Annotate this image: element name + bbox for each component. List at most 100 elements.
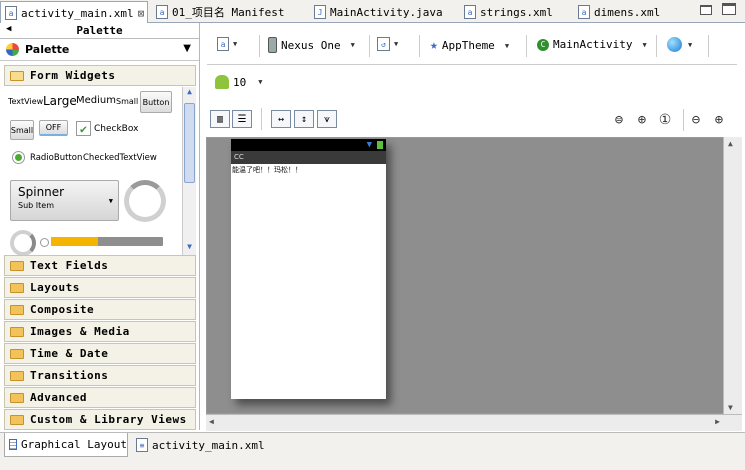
widget-textview[interactable]: TextView bbox=[8, 97, 43, 106]
tab-label: dimens.xml bbox=[594, 5, 661, 19]
folder-icon bbox=[10, 304, 24, 315]
scroll-right-icon[interactable]: ▶ bbox=[715, 417, 720, 426]
category-label: Text Fields bbox=[30, 259, 109, 272]
device-preview[interactable]: ▼ CC 能温了吧！！玛松！！ bbox=[231, 139, 386, 399]
tab-label: 01_项目名 Manifest bbox=[172, 6, 285, 19]
collapse-arrow-icon[interactable]: ◀ bbox=[6, 24, 11, 34]
toolbar-separator bbox=[259, 35, 260, 57]
phone-icon bbox=[268, 37, 277, 53]
layout-horizontal-icon[interactable]: ▥ bbox=[210, 110, 230, 128]
category-layouts[interactable]: Layouts bbox=[4, 277, 196, 298]
widget-toggle-button[interactable]: OFF bbox=[39, 120, 68, 136]
star-icon: ★ bbox=[430, 38, 438, 53]
palette-scrollbar[interactable]: ▲ ▼ bbox=[182, 87, 196, 255]
tab-graphical-layout[interactable]: Graphical Layout bbox=[4, 433, 128, 457]
palette-header: ◀ Palette bbox=[0, 23, 199, 39]
spinner-label: Spinner bbox=[18, 185, 65, 199]
xml-file-icon: ≡ bbox=[136, 438, 148, 452]
xml-file-icon: a bbox=[5, 6, 17, 20]
xml-file-icon: a bbox=[217, 37, 229, 51]
canvas-vertical-scrollbar[interactable]: ▲ ▼ bbox=[723, 137, 742, 414]
toolbar-separator bbox=[369, 35, 370, 57]
category-composite[interactable]: Composite bbox=[4, 299, 196, 320]
tab-manifest[interactable]: a 01_项目名 Manifest bbox=[152, 1, 284, 23]
toolbar-separator bbox=[526, 35, 527, 57]
scroll-up-icon[interactable]: ▲ bbox=[183, 87, 196, 100]
widget-small-text[interactable]: Small bbox=[116, 97, 138, 106]
locale-selector[interactable]: ▼ bbox=[667, 37, 692, 52]
widget-checked-text-view[interactable]: CheckedTextView bbox=[83, 153, 157, 163]
palette-dropdown-label: Palette bbox=[25, 43, 70, 56]
category-text-fields[interactable]: Text Fields bbox=[4, 255, 196, 276]
category-form-widgets[interactable]: Form Widgets bbox=[4, 65, 196, 86]
tab-activity-main-xml[interactable]: a activity_main.xml ⊠ bbox=[0, 1, 148, 24]
widget-radio-button[interactable]: RadioButton bbox=[30, 153, 82, 163]
tab-dimens-xml[interactable]: a dimens.xml bbox=[574, 1, 660, 23]
folder-icon bbox=[10, 260, 24, 271]
category-label: Custom & Library Views bbox=[30, 413, 187, 426]
scroll-thumb[interactable] bbox=[184, 103, 195, 183]
category-time-date[interactable]: Time & Date bbox=[4, 343, 196, 364]
fill-width-icon[interactable]: ↔ bbox=[271, 110, 291, 128]
widget-checkbox[interactable]: CheckBox bbox=[94, 124, 138, 134]
xml-file-icon: a bbox=[464, 5, 476, 19]
category-images-media[interactable]: Images & Media bbox=[4, 321, 196, 342]
scroll-left-icon[interactable]: ◀ bbox=[209, 417, 214, 426]
chevron-down-icon: ▼ bbox=[258, 78, 263, 86]
minimize-icon[interactable] bbox=[700, 5, 712, 15]
widget-large-text[interactable]: Large bbox=[43, 94, 77, 108]
baseline-icon[interactable]: ⩛ bbox=[317, 110, 337, 128]
zoom-in-icon[interactable]: ⊕ bbox=[710, 111, 728, 129]
fill-height-icon[interactable]: ↕ bbox=[294, 110, 314, 128]
widget-spinner[interactable]: Spinner Sub Item ▼ bbox=[10, 180, 119, 221]
tab-label: activity_main.xml bbox=[152, 438, 265, 452]
zoom-100-icon[interactable]: ① bbox=[656, 111, 674, 129]
form-widgets-area: TextView Large Medium Small Button Small… bbox=[4, 87, 182, 256]
large-progress-circle-icon[interactable] bbox=[124, 180, 166, 222]
chevron-down-icon[interactable]: ▼ bbox=[183, 43, 191, 54]
api-level-label: 10 bbox=[233, 75, 247, 89]
medium-progress-circle-icon[interactable] bbox=[10, 230, 36, 256]
folder-icon bbox=[10, 370, 24, 381]
radio-icon[interactable] bbox=[12, 151, 25, 164]
close-icon[interactable]: ⊠ bbox=[138, 7, 145, 20]
category-label: Images & Media bbox=[30, 325, 130, 338]
activity-selector[interactable]: C MainActivity ▼ bbox=[537, 38, 647, 51]
progress-bar[interactable] bbox=[51, 237, 163, 246]
zoom-real-size-icon[interactable]: ⊕ bbox=[633, 111, 651, 129]
toolbar-separator bbox=[656, 35, 657, 57]
widget-small-button[interactable]: Small bbox=[10, 120, 34, 140]
orientation-toggle[interactable]: ↺ ▼ bbox=[377, 37, 398, 51]
zoom-fit-icon[interactable]: ⊜ bbox=[610, 111, 628, 129]
checkbox-check-icon[interactable]: ✔ bbox=[76, 121, 91, 136]
maximize-icon[interactable] bbox=[722, 3, 736, 15]
small-progress-circle-icon[interactable] bbox=[40, 238, 49, 247]
battery-icon bbox=[377, 141, 383, 149]
scroll-down-icon[interactable]: ▼ bbox=[728, 403, 733, 412]
tab-label: MainActivity.java bbox=[330, 5, 443, 19]
zoom-out-icon[interactable]: ⊖ bbox=[687, 111, 705, 129]
scroll-down-icon[interactable]: ▼ bbox=[183, 242, 196, 255]
tab-xml-source[interactable]: ≡ activity_main.xml bbox=[132, 433, 265, 457]
widget-medium-text[interactable]: Medium bbox=[76, 95, 116, 106]
palette-icon bbox=[6, 43, 19, 56]
chevron-down-icon: ▼ bbox=[233, 40, 238, 48]
canvas-horizontal-scrollbar[interactable]: ◀ ▶ bbox=[206, 414, 742, 431]
tab-main-activity-java[interactable]: J MainActivity.java bbox=[310, 1, 443, 23]
device-selector[interactable]: Nexus One ▼ bbox=[268, 37, 355, 53]
category-transitions[interactable]: Transitions bbox=[4, 365, 196, 386]
category-advanced[interactable]: Advanced bbox=[4, 387, 196, 408]
tab-strings-xml[interactable]: a strings.xml bbox=[460, 1, 553, 23]
config-chooser[interactable]: a ▼ bbox=[217, 37, 237, 51]
chevron-down-icon: ▼ bbox=[688, 40, 693, 49]
widget-button[interactable]: Button bbox=[140, 91, 172, 113]
palette-selector[interactable]: Palette ▼ bbox=[0, 39, 199, 61]
tab-label: strings.xml bbox=[480, 5, 553, 19]
layout-vertical-icon[interactable]: ☰ bbox=[232, 110, 252, 128]
editor-tab-bar: a activity_main.xml ⊠ a 01_项目名 Manifest … bbox=[0, 0, 745, 24]
hello-textview[interactable]: 能温了吧！！玛松！！ bbox=[231, 165, 302, 175]
api-level-selector[interactable]: 10 ▼ bbox=[215, 75, 262, 89]
scroll-up-icon[interactable]: ▲ bbox=[728, 139, 733, 148]
theme-selector[interactable]: ★ AppTheme ▼ bbox=[430, 38, 509, 53]
category-custom-library-views[interactable]: Custom & Library Views bbox=[4, 409, 196, 430]
